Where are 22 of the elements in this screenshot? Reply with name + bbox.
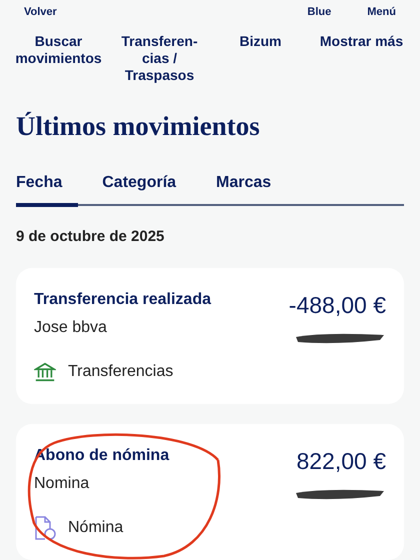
back-link[interactable]: Volver [24, 4, 57, 20]
movement-description: Jose bbva [34, 318, 108, 338]
movement-description: Nomina [34, 474, 90, 494]
quick-action[interactable]: Mostrar más [311, 32, 412, 86]
tab[interactable]: Fecha [16, 170, 78, 206]
quick-action[interactable]: Transferen- cias / Traspasos [109, 32, 210, 86]
tab[interactable]: Categoría [102, 170, 192, 206]
document-coin-icon [34, 516, 56, 540]
bank-icon [34, 361, 56, 383]
quick-action[interactable]: Bizum [210, 32, 311, 86]
movement-card[interactable]: Transferencia realizada Jose bbva Transferencias -488,00 € [16, 268, 404, 404]
amount: -488,00 € [288, 291, 386, 320]
category-label: Transferencias [68, 362, 174, 382]
header-link[interactable]: Menú [367, 4, 396, 20]
quick-action[interactable]: Buscar movimientos [8, 32, 109, 86]
date-heading: 9 de octubre de 2025 [15, 226, 166, 246]
page-title: Últimos movimientos [15, 110, 261, 143]
movement-title: Transferencia realizada [34, 290, 211, 310]
category-label: Nómina [68, 518, 124, 538]
tab[interactable]: Marcas [216, 170, 288, 206]
amount: 822,00 € [296, 447, 386, 476]
header-link[interactable]: Blue [307, 4, 332, 20]
